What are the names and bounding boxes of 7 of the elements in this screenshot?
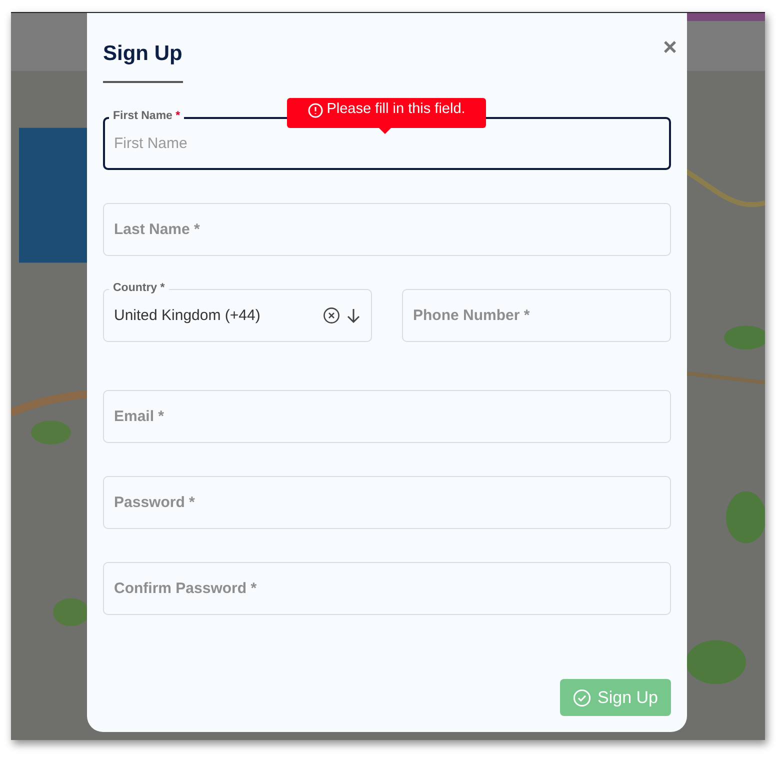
dialog-title: Sign Up: [103, 42, 183, 66]
close-button[interactable]: ×: [662, 36, 677, 60]
field-label: Country *: [109, 281, 169, 295]
clear-icon[interactable]: [323, 307, 340, 324]
check-circle-icon: [572, 688, 591, 706]
arrow-down-icon[interactable]: [346, 307, 361, 324]
alert-icon: [308, 103, 323, 118]
